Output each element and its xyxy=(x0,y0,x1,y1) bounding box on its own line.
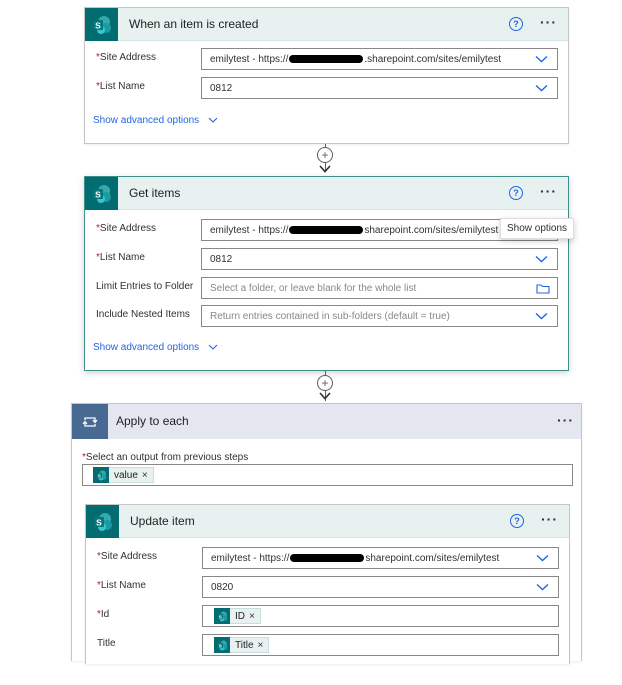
add-step-button[interactable]: + xyxy=(317,375,333,391)
nested-items-dropdown[interactable]: Return entries contained in sub-folders … xyxy=(201,305,558,327)
chevron-down-icon[interactable] xyxy=(535,54,548,64)
chevron-down-icon xyxy=(208,116,218,124)
token-label: Title xyxy=(235,639,254,651)
loop-icon xyxy=(72,404,108,439)
trigger-card: When an item is created ? ··· *Site Addr… xyxy=(84,7,569,144)
remove-token-icon[interactable]: × xyxy=(249,611,255,622)
remove-token-icon[interactable]: × xyxy=(258,640,264,651)
help-icon[interactable]: ? xyxy=(510,514,524,528)
add-step-button[interactable]: + xyxy=(317,147,333,163)
apply-to-each-header[interactable]: Apply to each ··· xyxy=(72,404,581,439)
sharepoint-icon xyxy=(85,8,118,41)
select-output-input[interactable]: value × xyxy=(82,464,573,486)
apply-to-each-title: Apply to each xyxy=(116,414,189,428)
show-options-tooltip: Show options xyxy=(500,218,575,239)
remove-token-icon[interactable]: × xyxy=(142,470,148,481)
chevron-down-icon[interactable] xyxy=(536,553,549,563)
list-name-label: *List Name xyxy=(96,81,145,92)
title-input[interactable]: Title × xyxy=(202,634,559,656)
id-input[interactable]: ID × xyxy=(202,605,559,627)
chevron-down-icon[interactable] xyxy=(535,311,548,321)
limit-folder-placeholder: Select a folder, or leave blank for the … xyxy=(210,282,417,294)
limit-folder-input[interactable]: Select a folder, or leave blank for the … xyxy=(201,277,558,299)
more-options-icon[interactable]: ··· xyxy=(541,512,558,526)
list-name-dropdown[interactable]: 0812 xyxy=(201,77,558,99)
list-name-dropdown[interactable]: 0820 xyxy=(202,576,559,598)
folder-icon[interactable] xyxy=(536,283,550,294)
token-label: value xyxy=(114,469,138,481)
redaction-bar xyxy=(289,55,364,63)
sharepoint-icon xyxy=(86,505,119,538)
update-item-card: Update item ? ··· *Site Address emilytes… xyxy=(85,504,570,664)
limit-folder-label: Limit Entries to Folder xyxy=(96,281,194,292)
redaction-bar xyxy=(290,554,365,562)
apply-to-each-card: Apply to each ··· *Select an output from… xyxy=(71,403,582,664)
update-item-title: Update item xyxy=(130,514,195,528)
nested-items-placeholder: Return entries contained in sub-folders … xyxy=(210,310,450,322)
title-label: Title xyxy=(97,638,116,649)
help-icon[interactable]: ? xyxy=(509,186,523,200)
site-address-label: *Site Address xyxy=(96,223,157,234)
show-advanced-options-link[interactable]: Show advanced options xyxy=(93,342,218,353)
site-address-value-prefix: emilytest - https:// xyxy=(211,552,290,564)
site-address-label: *Site Address xyxy=(97,551,158,562)
nested-items-label: Include Nested Items xyxy=(96,309,190,320)
list-name-label: *List Name xyxy=(96,252,145,263)
more-options-icon[interactable]: ··· xyxy=(557,413,574,427)
value-token[interactable]: value × xyxy=(93,467,154,483)
site-address-value-suffix: sharepoint.com/sites/emilytest xyxy=(364,224,499,236)
site-address-label: *Site Address xyxy=(96,52,157,63)
update-item-card-header[interactable]: Update item ? ··· xyxy=(86,505,569,538)
get-items-title: Get items xyxy=(129,186,181,200)
select-output-label: *Select an output from previous steps xyxy=(82,452,249,463)
sharepoint-icon xyxy=(93,467,109,483)
chevron-down-icon[interactable] xyxy=(535,254,548,264)
id-token[interactable]: ID × xyxy=(214,608,261,624)
sharepoint-icon xyxy=(214,637,230,653)
id-label: *Id xyxy=(97,609,110,620)
list-name-label: *List Name xyxy=(97,580,146,591)
site-address-value-suffix: .sharepoint.com/sites/emilytest xyxy=(364,53,502,65)
chevron-down-icon xyxy=(208,343,218,351)
list-name-dropdown[interactable]: 0812 xyxy=(201,248,558,270)
chevron-down-icon[interactable] xyxy=(535,83,548,93)
list-name-value: 0820 xyxy=(211,581,234,593)
title-token[interactable]: Title × xyxy=(214,637,270,653)
chevron-down-icon[interactable] xyxy=(536,582,549,592)
get-items-card-header[interactable]: Get items ? ··· xyxy=(85,177,568,210)
list-name-value: 0812 xyxy=(210,253,233,265)
trigger-card-header[interactable]: When an item is created ? ··· xyxy=(85,8,568,41)
list-name-value: 0812 xyxy=(210,82,233,94)
help-icon[interactable]: ? xyxy=(509,17,523,31)
arrow-down-icon xyxy=(319,392,331,400)
show-advanced-options-link[interactable]: Show advanced options xyxy=(93,115,218,126)
token-label: ID xyxy=(235,610,245,622)
more-options-icon[interactable]: ··· xyxy=(540,184,557,198)
sharepoint-icon xyxy=(214,608,230,624)
trigger-title: When an item is created xyxy=(129,17,259,31)
more-options-icon[interactable]: ··· xyxy=(540,15,557,29)
site-address-dropdown[interactable]: emilytest - https:// .sharepoint.com/site… xyxy=(201,48,558,70)
arrow-down-icon xyxy=(319,165,331,173)
site-address-value-prefix: emilytest - https:// xyxy=(210,53,289,65)
site-address-value-prefix: emilytest - https:// xyxy=(210,224,289,236)
redaction-bar xyxy=(289,226,364,234)
site-address-dropdown[interactable]: emilytest - https:// sharepoint.com/sites… xyxy=(202,547,559,569)
site-address-value-suffix: sharepoint.com/sites/emilytest xyxy=(365,552,500,564)
get-items-card: Get items ? ··· *Site Address emilytest … xyxy=(84,176,569,371)
sharepoint-icon xyxy=(85,177,118,210)
